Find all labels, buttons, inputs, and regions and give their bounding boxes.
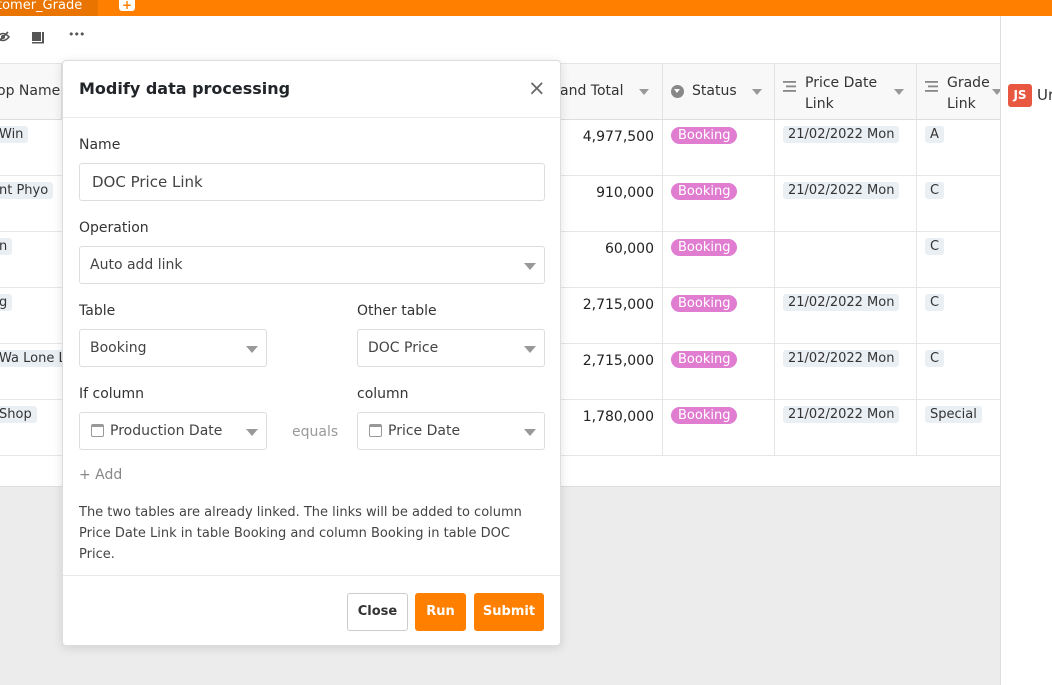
dialog-footer: Close Run Submit xyxy=(63,575,560,645)
col-label: Status xyxy=(692,83,737,99)
grand-total-cell: 910,000 xyxy=(596,185,654,201)
grade-link-cell: C xyxy=(925,350,945,367)
shop-name-cell: Wa Lone L xyxy=(0,350,71,367)
price-date-link-cell: 21/02/2022 Mon xyxy=(783,350,900,367)
calendar-icon xyxy=(369,424,382,437)
dialog-title: Modify data processing xyxy=(79,79,291,98)
chevron-down-icon xyxy=(246,346,258,353)
shop-name-cell: n xyxy=(0,238,13,255)
other-table-select-value: DOC Price xyxy=(368,340,439,356)
single-select-icon xyxy=(671,85,684,98)
js-script-icon[interactable]: JS xyxy=(1008,84,1032,107)
grand-total-cell: 60,000 xyxy=(605,241,654,257)
side-panel: JS Ur xyxy=(1000,16,1052,685)
tab-label: tomer_Grade xyxy=(0,0,83,13)
more-options-icon[interactable]: ••• xyxy=(68,28,85,41)
script-label[interactable]: Ur xyxy=(1037,86,1052,104)
col-label: Grade Link xyxy=(947,75,990,112)
price-date-link-cell: 21/02/2022 Mon xyxy=(783,294,900,311)
view-toolbar: ••• xyxy=(0,16,1000,63)
other-table-select[interactable]: DOC Price xyxy=(357,329,545,367)
status-badge: Booking xyxy=(671,407,738,424)
link-column-icon xyxy=(783,81,796,95)
close-icon[interactable]: × xyxy=(528,76,546,100)
name-input[interactable]: DOC Price Link xyxy=(79,163,545,201)
name-input-value: DOC Price Link xyxy=(92,173,203,191)
column-select[interactable]: Price Date xyxy=(357,412,545,450)
dialog-header: Modify data processing × xyxy=(63,61,560,118)
grade-link-cell: C xyxy=(925,238,945,255)
status-badge: Booking xyxy=(671,239,738,256)
layout-icon[interactable] xyxy=(31,30,45,48)
operation-label: Operation xyxy=(79,220,149,236)
chevron-down-icon xyxy=(524,263,536,270)
operation-select[interactable]: Auto add link xyxy=(79,246,545,284)
table-label: Table xyxy=(79,303,116,319)
chevron-down-icon[interactable] xyxy=(639,89,649,95)
link-column-icon xyxy=(925,81,938,95)
add-tab-button[interactable]: + xyxy=(119,0,135,11)
if-column-select[interactable]: Production Date xyxy=(79,412,267,450)
col-label: op Name xyxy=(0,83,61,99)
chevron-down-icon xyxy=(246,429,258,436)
if-column-label: If column xyxy=(79,386,145,402)
shop-name-cell: Shop xyxy=(0,406,37,423)
shop-name-cell: Win xyxy=(0,126,29,143)
if-column-select-value: Production Date xyxy=(110,423,223,439)
price-date-link-cell: 21/02/2022 Mon xyxy=(783,182,900,199)
close-button[interactable]: Close xyxy=(347,593,408,631)
col-shop-name[interactable]: op Name xyxy=(0,64,62,120)
equals-label: equals xyxy=(292,424,339,440)
grade-link-cell: A xyxy=(925,126,944,143)
grand-total-cell: 1,780,000 xyxy=(582,409,654,425)
run-button[interactable]: Run xyxy=(415,593,466,631)
grand-total-cell: 2,715,000 xyxy=(582,297,654,313)
modify-data-processing-dialog: Modify data processing × Name DOC Price … xyxy=(62,60,561,646)
grade-link-cell: C xyxy=(925,294,945,311)
submit-button[interactable]: Submit xyxy=(474,593,544,631)
chevron-down-icon xyxy=(524,429,536,436)
grand-total-cell: 4,977,500 xyxy=(582,129,654,145)
status-badge: Booking xyxy=(671,183,738,200)
tab-customer-grade[interactable]: tomer_Grade xyxy=(0,0,98,16)
col-grand-total[interactable]: and Total xyxy=(560,64,663,120)
grand-total-cell: 2,715,000 xyxy=(582,353,654,369)
price-date-link-cell: 21/02/2022 Mon xyxy=(783,126,900,143)
status-badge: Booking xyxy=(671,127,738,144)
col-price-date-link[interactable]: Price Date Link xyxy=(775,64,917,120)
status-badge: Booking xyxy=(671,295,738,312)
price-date-link-cell: 21/02/2022 Mon xyxy=(783,406,900,423)
operation-select-value: Auto add link xyxy=(90,257,183,273)
tab-strip: tomer_Grade + xyxy=(0,0,1052,16)
grade-link-cell: Special xyxy=(925,406,982,423)
name-label: Name xyxy=(79,137,121,153)
add-condition-button[interactable]: + Add xyxy=(79,467,122,483)
col-label: and Total xyxy=(560,83,624,99)
calendar-icon xyxy=(91,424,104,437)
shop-name-cell: nt Phyo xyxy=(0,182,54,199)
grade-link-cell: C xyxy=(925,182,945,199)
col-grade-link[interactable]: Grade Link xyxy=(917,64,1002,120)
chevron-down-icon xyxy=(524,346,536,353)
other-table-label: Other table xyxy=(357,303,437,319)
eye-off-icon[interactable] xyxy=(0,30,11,48)
chevron-down-icon[interactable] xyxy=(894,89,904,95)
chevron-down-icon[interactable] xyxy=(752,89,762,95)
col-status[interactable]: Status xyxy=(663,64,775,120)
link-info-note: The two tables are already linked. The l… xyxy=(79,505,522,562)
col-label: Price Date Link xyxy=(805,75,878,112)
status-badge: Booking xyxy=(671,351,738,368)
column-label: column xyxy=(357,386,409,402)
table-select[interactable]: Booking xyxy=(79,329,267,367)
table-select-value: Booking xyxy=(90,340,147,356)
shop-name-cell: g xyxy=(0,294,13,311)
column-select-value: Price Date xyxy=(388,423,461,439)
